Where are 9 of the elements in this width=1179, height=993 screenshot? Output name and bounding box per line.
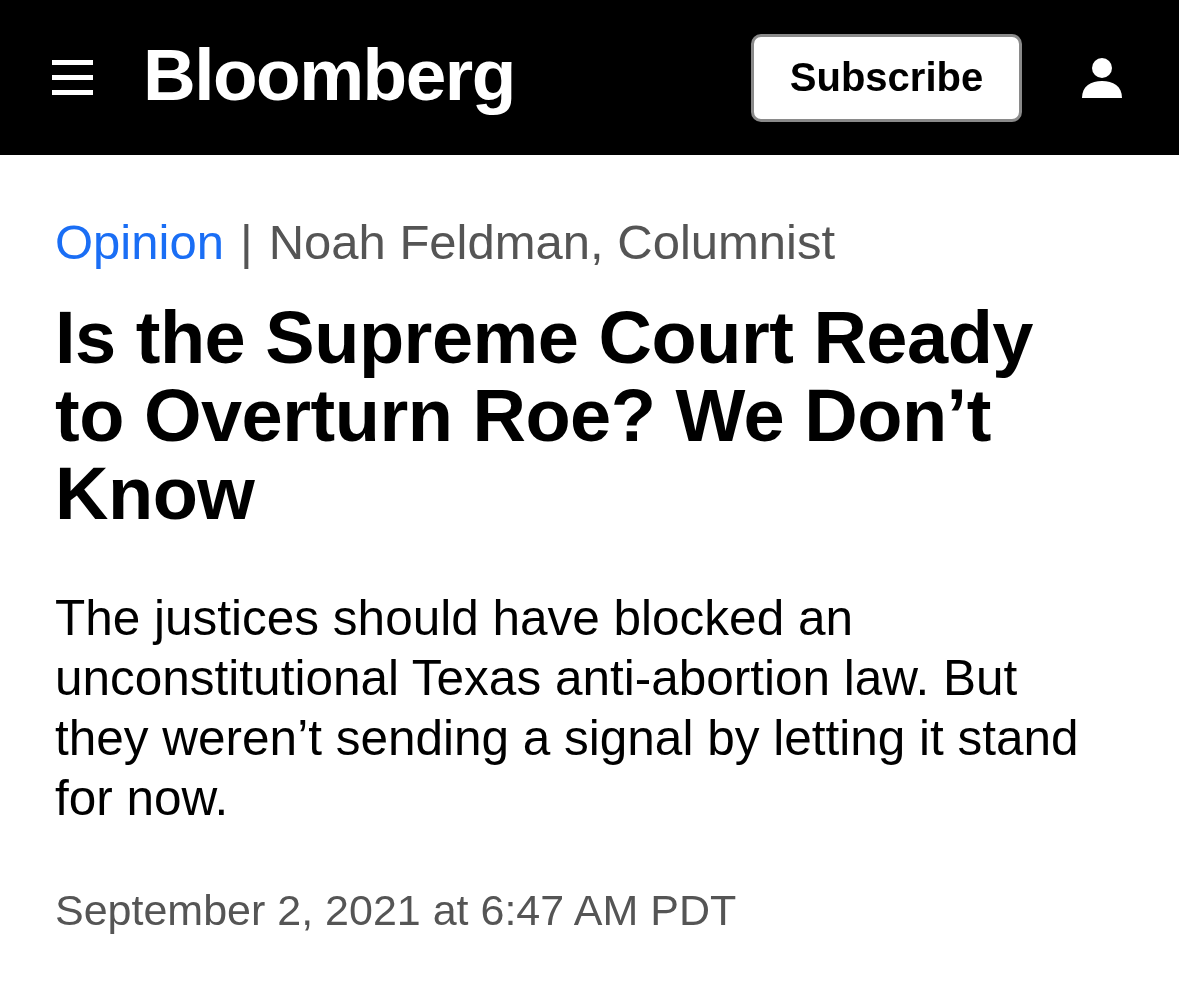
author-byline[interactable]: Noah Feldman, Columnist: [268, 213, 836, 271]
article-headline: Is the Supreme Court Ready to Overturn Roe? We Don’t Know: [55, 299, 1034, 533]
article-summary: The justices should have blocked an unconstitutional Texas anti-abortion law. But they weren’t sending a signal by letting it stand for now.: [55, 589, 1080, 827]
section-link[interactable]: Opinion: [55, 213, 224, 271]
user-icon[interactable]: [1082, 57, 1122, 98]
kicker-separator: |: [239, 214, 253, 271]
subscribe-button[interactable]: Subscribe: [751, 33, 1022, 122]
publish-timestamp: September 2, 2021 at 6:47 AM PDT: [55, 885, 738, 936]
menu-icon[interactable]: [52, 60, 93, 95]
